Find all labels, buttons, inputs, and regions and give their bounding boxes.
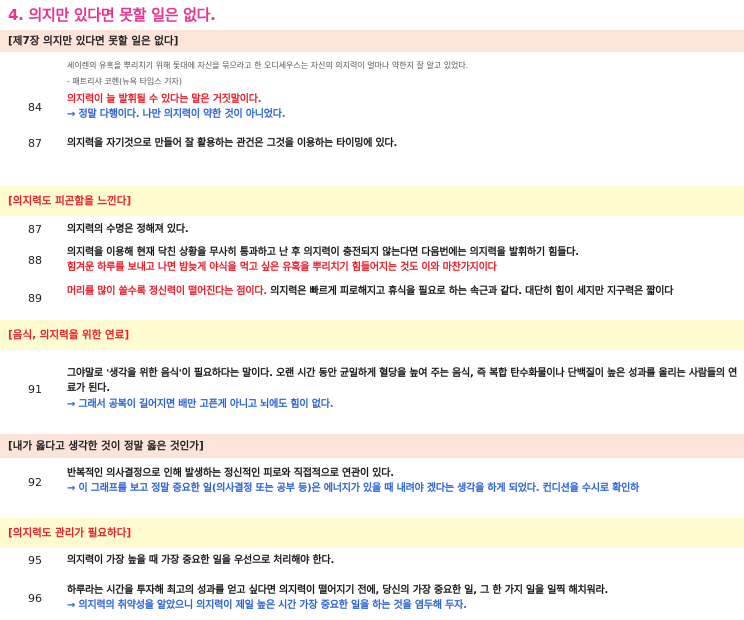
- section-header-fatigue: [의지력도 피곤함을 느낀다]: [0, 186, 744, 216]
- list-item: 96 하루라는 시간을 투자해 최고의 성과를 얻고 싶다면 의지력이 떨어지기…: [0, 583, 744, 615]
- list-item: 88 의지력을 이용해 현재 닥친 상황을 무사히 통과하고 난 후 의지력이 …: [0, 245, 744, 277]
- page-number: 92: [28, 476, 42, 489]
- list-item: 87 의지력을 자기것으로 만들어 잘 활용하는 관건은 그것을 이용하는 타이…: [0, 136, 744, 154]
- section-header-management: [의지력도 관리가 필요하다]: [0, 518, 744, 548]
- quote-text: 세이렌의 유혹을 뿌리치기 위해 돛대에 자신을 묶으라고 한 오디세우스는 자…: [67, 61, 469, 70]
- item-comment: → 의지력의 취약성을 알았으니 의지력이 제일 높은 시간 가장 중요한 일을…: [67, 600, 467, 611]
- item-text: 의지력을 자기것으로 만들어 잘 활용하는 관건은 그것을 이용하는 타이밍에 …: [67, 138, 398, 149]
- page-number: 84: [28, 101, 42, 114]
- item-text: 의지력의 수명은 정해져 있다.: [67, 224, 189, 235]
- item-text-body: 의지력은 빠르게 피로해지고 휴식을 필요로 하는 속근과 같다. 대단히 힘이…: [267, 286, 674, 297]
- item-comment: 힘겨운 하루를 보내고 나면 밤늦게 야식을 먹고 싶은 유혹을 뿌리치기 힘들…: [67, 262, 497, 273]
- item-text: 의지력이 늘 발휘될 수 있다는 말은 거짓말이다.: [67, 94, 262, 105]
- list-item: 84 의지력이 늘 발휘될 수 있다는 말은 거짓말이다. → 정말 다행이다.…: [0, 92, 744, 126]
- quote-author: - 패트리샤 코헨(뉴욕 타임스 기자): [67, 77, 182, 86]
- section-header-text: [의지력도 피곤함을 느낀다]: [8, 195, 132, 207]
- item-text: 반복적인 의사결정으로 인해 발생하는 정신적인 피로와 직접적으로 연관이 있…: [67, 468, 394, 479]
- list-item: 87 의지력의 수명은 정해져 있다.: [0, 222, 744, 240]
- list-item: 92 반복적인 의사결정으로 인해 발생하는 정신적인 피로와 직접적으로 연관…: [0, 466, 744, 498]
- section-header-text: [의지력도 관리가 필요하다]: [8, 527, 132, 539]
- page-number: 87: [28, 137, 42, 150]
- item-text: 하루라는 시간을 투자해 최고의 성과를 얻고 싶다면 의지력이 떨어지기 전에…: [67, 585, 609, 596]
- page-number: 95: [28, 554, 42, 567]
- list-item: 91 그야말로 '생각을 위한 음식'이 필요하다는 말이다. 오랜 시간 동안…: [0, 366, 744, 414]
- page-number: 89: [28, 292, 42, 305]
- page-number: 91: [28, 383, 42, 396]
- item-comment: → 이 그래프를 보고 정말 중요한 일(의사결정 또는 공부 등)은 에너지가…: [67, 483, 640, 494]
- page-number: 87: [28, 223, 42, 236]
- item-text: 의지력을 이용해 현재 닥친 상황을 무사히 통과하고 난 후 의지력이 충전되…: [67, 247, 579, 258]
- page-number: 96: [28, 592, 42, 605]
- section-header-food: [음식, 의지력을 위한 연료]: [0, 320, 744, 350]
- section-header-chapter7: [제7장 의지만 있다면 못할 일은 없다]: [0, 30, 744, 52]
- section-header-judgement: [내가 옳다고 생각한 것이 정말 옳은 것인가]: [0, 434, 744, 458]
- page-number: 88: [28, 254, 42, 267]
- section-header-text: [제7장 의지만 있다면 못할 일은 없다]: [8, 35, 179, 47]
- list-item: 95 의지력이 가장 높을 때 가장 중요한 일을 우선으로 처리해야 한다.: [0, 553, 744, 571]
- item-text-highlight: 머리를 많이 쓸수록 정신력이 떨어진다는 점이다.: [67, 286, 268, 297]
- item-text: 그야말로 '생각을 위한 음식'이 필요하다는 말이다. 오랜 시간 동안 균일…: [67, 368, 738, 394]
- item-comment: → 그래서 공복이 길어지면 배만 고픈게 아니고 뇌에도 힘이 없다.: [67, 399, 334, 410]
- page-title: 4. 의지만 있다면 못할 일은 없다.: [8, 6, 216, 24]
- section-header-text: [음식, 의지력을 위한 연료]: [8, 329, 130, 341]
- section-header-text: [내가 옳다고 생각한 것이 정말 옳은 것인가]: [8, 440, 204, 452]
- list-item: 89 머리를 많이 쓸수록 정신력이 떨어진다는 점이다. 의지력은 빠르게 피…: [0, 284, 744, 316]
- item-text: 머리를 많이 쓸수록 정신력이 떨어진다는 점이다. 의지력은 빠르게 피로해지…: [67, 284, 740, 299]
- item-comment: → 정말 다행이다. 나만 의지력이 약한 것이 아니었다.: [67, 109, 286, 120]
- item-text: 의지력이 가장 높을 때 가장 중요한 일을 우선으로 처리해야 한다.: [67, 555, 335, 566]
